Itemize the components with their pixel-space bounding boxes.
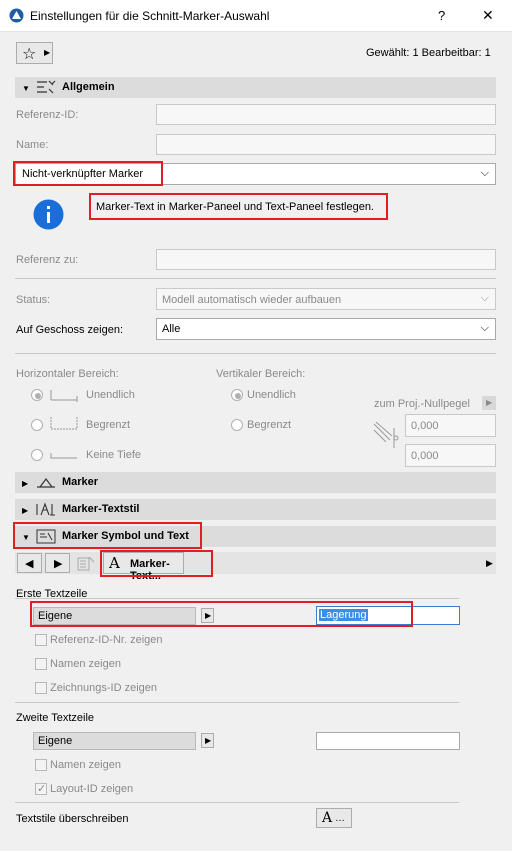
section-marker-label: Marker xyxy=(62,476,99,488)
ref-to-label: Referenz zu: xyxy=(16,254,79,266)
divider xyxy=(15,802,459,803)
section-marker-textstyle[interactable]: ▶ Marker-Textstil xyxy=(15,499,496,520)
section-general-label: Allgemein xyxy=(62,81,115,93)
show-layout-id-label: Layout-ID zeigen xyxy=(50,783,134,795)
arrow-right-icon: ▶ xyxy=(54,558,63,570)
first-line-highlight xyxy=(30,601,413,627)
height-field-1[interactable]: 0,000 xyxy=(405,414,496,437)
v-limited-radio[interactable] xyxy=(231,419,243,431)
status-dropdown[interactable]: Modell automatisch wieder aufbauen ⌵ xyxy=(156,288,496,310)
section-marker[interactable]: ▶ Marker xyxy=(15,472,496,493)
second-line-text-input[interactable] xyxy=(316,732,460,750)
show-drawing-id-label: Zeichnungs-ID zeigen xyxy=(50,682,158,694)
height-field-2[interactable]: 0,000 xyxy=(405,444,496,467)
second-line-source-value: Eigene xyxy=(38,735,73,747)
override-textstyles-label: Textstile überschreiben xyxy=(16,813,129,825)
v-infinite-radio[interactable] xyxy=(231,389,243,401)
divider xyxy=(15,598,459,599)
show-layout-id-checkbox[interactable]: ✓ xyxy=(35,783,47,795)
level-height-icon xyxy=(373,421,399,448)
show-name-checkbox[interactable] xyxy=(35,658,47,670)
chevron-down-icon: ⌵ xyxy=(480,322,489,334)
prev-button[interactable]: ◀ xyxy=(17,553,42,573)
general-settings-icon xyxy=(37,80,56,94)
override-textstyles-button[interactable]: A … xyxy=(316,808,352,828)
info-message-highlight: Marker-Text in Marker-Paneel und Text-Pa… xyxy=(89,193,388,220)
checkmark-icon: ✓ xyxy=(37,783,47,795)
h-limited-label: Begrenzt xyxy=(86,419,131,431)
chevron-right-icon: ▶ xyxy=(486,398,493,407)
expanded-triangle-icon: ▼ xyxy=(22,84,30,93)
section-general[interactable]: ▼ Allgemein xyxy=(15,77,496,98)
ellipsis-icon: … xyxy=(335,813,345,824)
next-button[interactable]: ▶ xyxy=(45,553,70,573)
h-infinite-label: Unendlich xyxy=(86,389,135,401)
divider xyxy=(15,702,459,703)
info-icon xyxy=(33,199,64,230)
second-line-source-menu-button[interactable]: ▶ xyxy=(201,733,214,748)
text-a-icon: A xyxy=(322,810,333,826)
chevron-right-icon[interactable]: ▶ xyxy=(486,558,493,569)
h-infinite-icon xyxy=(50,390,78,402)
story-dropdown[interactable]: Alle ⌵ xyxy=(156,318,496,340)
zero-level-menu-button[interactable]: ▶ xyxy=(482,396,496,410)
title-bar: Einstellungen für die Schnitt-Marker-Aus… xyxy=(0,0,512,32)
symbol-text-highlight xyxy=(13,522,202,549)
collapsed-triangle-icon: ▶ xyxy=(22,479,29,488)
chevron-right-icon: ▶ xyxy=(205,736,212,745)
v-infinite-label: Unendlich xyxy=(247,389,296,401)
chevron-right-icon: ▶ xyxy=(44,48,51,57)
favorites-button[interactable]: ☆ ▶ xyxy=(16,42,53,64)
chevron-down-icon: ⌵ xyxy=(480,167,489,179)
second-show-name-checkbox[interactable] xyxy=(35,759,47,771)
second-line-source-dropdown[interactable]: Eigene xyxy=(33,732,196,750)
status-label: Status: xyxy=(16,294,51,306)
show-ref-id-checkbox[interactable] xyxy=(35,634,47,646)
archicad-logo-icon xyxy=(9,8,24,23)
show-drawing-id-checkbox[interactable] xyxy=(35,682,47,694)
textstyle-icon xyxy=(36,502,55,516)
ref-to-field[interactable] xyxy=(156,249,496,270)
ref-id-label: Referenz-ID: xyxy=(16,109,79,121)
show-ref-id-label: Referenz-ID-Nr. zeigen xyxy=(50,634,163,646)
star-icon: ☆ xyxy=(22,46,37,63)
horizontal-range-label: Horizontaler Bereich: xyxy=(16,368,119,380)
h-limited-radio[interactable] xyxy=(31,419,43,431)
collapsed-triangle-icon: ▶ xyxy=(22,506,29,515)
help-button[interactable]: ? xyxy=(438,8,445,23)
name-field[interactable] xyxy=(156,134,496,155)
divider xyxy=(15,278,496,279)
height-value-2: 0,000 xyxy=(411,450,439,462)
ref-id-field[interactable] xyxy=(156,104,496,125)
story-value: Alle xyxy=(162,323,181,335)
info-message: Marker-Text in Marker-Paneel und Text-Pa… xyxy=(96,201,374,213)
story-label: Auf Geschoss zeigen: xyxy=(16,324,124,336)
divider xyxy=(15,353,496,354)
selection-info: Gewählt: 1 Bearbeitbar: 1 xyxy=(366,47,491,59)
show-name-label: Namen zeigen xyxy=(50,658,121,670)
h-no-depth-radio[interactable] xyxy=(31,449,43,461)
h-no-depth-label: Keine Tiefe xyxy=(86,449,142,461)
h-infinite-radio[interactable] xyxy=(31,389,43,401)
h-limited-icon xyxy=(50,417,78,430)
marker-type-value: Nicht-verknüpfter Marker xyxy=(22,168,144,180)
chevron-down-icon: ⌵ xyxy=(480,292,489,304)
zero-level-label: zum Proj.-Nullpegel xyxy=(374,398,470,410)
marker-text-highlight xyxy=(100,550,213,577)
status-value: Modell automatisch wieder aufbauen xyxy=(162,294,342,306)
h-no-depth-icon xyxy=(50,453,77,459)
section-marker-textstyle-label: Marker-Textstil xyxy=(62,503,140,515)
vertical-range-label: Vertikaler Bereich: xyxy=(216,368,306,380)
second-show-name-label: Namen zeigen xyxy=(50,759,121,771)
v-limited-label: Begrenzt xyxy=(247,419,292,431)
height-value-1: 0,000 xyxy=(411,420,439,432)
marker-icon xyxy=(37,478,55,488)
marker-type-highlight: Nicht-verknüpfter Marker xyxy=(13,161,163,186)
pick-settings-icon[interactable] xyxy=(76,555,96,572)
window-title: Einstellungen für die Schnitt-Marker-Aus… xyxy=(30,9,270,23)
close-button[interactable]: ✕ xyxy=(482,7,494,24)
name-label: Name: xyxy=(16,139,49,151)
arrow-left-icon: ◀ xyxy=(25,558,34,570)
second-line-title: Zweite Textzeile xyxy=(16,712,95,724)
